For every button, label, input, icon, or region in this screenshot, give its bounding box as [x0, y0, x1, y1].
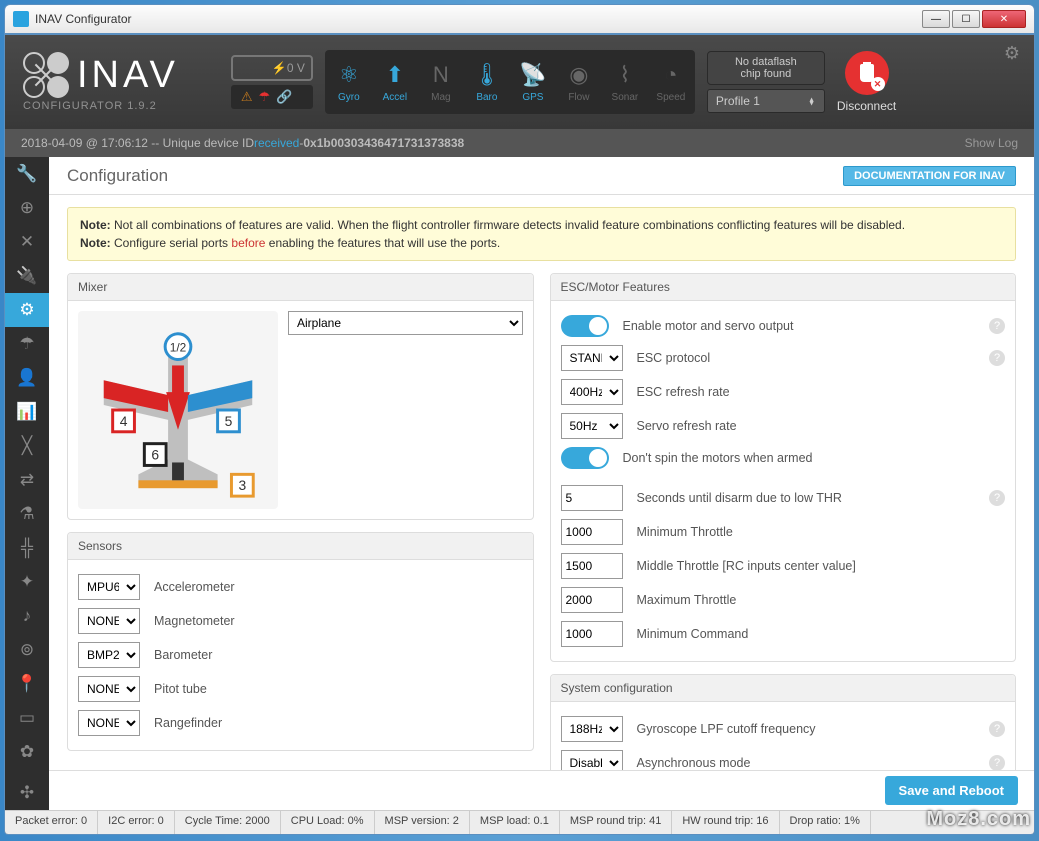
stats-bar: Packet error: 0I2C error: 0Cycle Time: 2…	[5, 810, 1034, 834]
help-icon[interactable]: ?	[989, 350, 1005, 366]
nospin-toggle[interactable]	[561, 447, 609, 469]
window-title: INAV Configurator	[35, 12, 922, 26]
parachute-icon: ☂	[259, 89, 271, 105]
dataflash-status: No dataflashchip found	[707, 51, 825, 85]
settings-gear-icon[interactable]: ⚙	[1004, 43, 1020, 64]
nav-item-16[interactable]: ▭	[5, 701, 49, 735]
stat-hw-round-trip: HW round trip: 16	[672, 811, 779, 834]
servo-refresh-select[interactable]: 50Hz	[561, 413, 623, 439]
notice-box: Note: Not all combinations of features a…	[67, 207, 1016, 261]
nav-item-7[interactable]: 📊	[5, 395, 49, 429]
sensor-status-row: ⚛Gyro⬆AccelNMag🌡Baro📡GPS◉Flow⌇Sonar◔Spee…	[325, 50, 695, 114]
nav-item-5[interactable]: ☂	[5, 327, 49, 361]
sensor-speed: ◔Speed	[649, 52, 693, 112]
sensor-mag: NMag	[419, 52, 463, 112]
sensor-accel: ⬆Accel	[373, 52, 417, 112]
help-icon[interactable]: ?	[989, 318, 1005, 334]
svg-text:6: 6	[151, 447, 159, 463]
mixer-panel: Mixer	[67, 273, 534, 520]
mid-throttle-input[interactable]	[561, 553, 623, 579]
stat-drop-ratio: Drop ratio: 1%	[780, 811, 871, 834]
stat-packet-error: Packet error: 0	[5, 811, 98, 834]
nav-item-0[interactable]: 🔧	[5, 157, 49, 191]
nav-item-13[interactable]: ♪	[5, 599, 49, 633]
nav-item-4[interactable]: ⚙	[5, 293, 49, 327]
app-header: INAV CONFIGURATOR 1.9.2 ⚡ 0 V ⚠ ☂ 🔗 ⚛Gyr…	[5, 35, 1034, 129]
enable-motor-toggle[interactable]	[561, 315, 609, 337]
nav-item-12[interactable]: ✦	[5, 565, 49, 599]
sensor-magnetometer-select[interactable]: NONE	[78, 608, 140, 634]
warning-icon: ⚠	[241, 89, 253, 105]
usb-disconnect-icon	[845, 51, 889, 95]
stat-msp-version: MSP version: 2	[375, 811, 470, 834]
airplane-diagram: 1/2 4 5 6 3	[78, 311, 278, 509]
nav-item-6[interactable]: 👤	[5, 361, 49, 395]
async-mode-select[interactable]: Disable	[561, 750, 623, 770]
sensors-panel: Sensors MPU60AccelerometerNONEMagnetomet…	[67, 532, 534, 751]
side-nav: 🔧⊕✕🔌⚙☂👤📊╳⇄⚗╬✦♪⊚📍▭✿ ✣	[5, 157, 49, 810]
system-config-panel: System configuration 188HzGyroscope LPF …	[550, 674, 1017, 770]
help-icon[interactable]: ?	[989, 755, 1005, 770]
nav-item-2[interactable]: ✕	[5, 225, 49, 259]
svg-text:1/2: 1/2	[170, 341, 187, 355]
stat-i2c-error: I2C error: 0	[98, 811, 175, 834]
sensor-flow: ◉Flow	[557, 52, 601, 112]
sensor-barometer-select[interactable]: BMP28	[78, 642, 140, 668]
nav-item-10[interactable]: ⚗	[5, 497, 49, 531]
sensor-gyro: ⚛Gyro	[327, 52, 371, 112]
sensor-rangefinder-select[interactable]: NONE	[78, 710, 140, 736]
inav-logo-icon	[23, 52, 69, 98]
show-log-link[interactable]: Show Log	[965, 136, 1018, 150]
nav-item-3[interactable]: 🔌	[5, 259, 49, 293]
sensor-gps: 📡GPS	[511, 52, 555, 112]
page-title: Configuration	[67, 166, 168, 186]
disconnect-button[interactable]: Disconnect	[837, 51, 896, 113]
maximize-button[interactable]: ☐	[952, 10, 980, 28]
voltage-badge: ⚡ 0 V	[231, 55, 313, 81]
app-icon	[13, 11, 29, 27]
max-throttle-input[interactable]	[561, 587, 623, 613]
nav-item-18[interactable]: ✣	[5, 776, 49, 810]
sensor-accelerometer-select[interactable]: MPU60	[78, 574, 140, 600]
esc-protocol-select[interactable]: STAND	[561, 345, 623, 371]
esc-refresh-select[interactable]: 400Hz	[561, 379, 623, 405]
nav-item-15[interactable]: 📍	[5, 667, 49, 701]
status-badge: ⚠ ☂ 🔗	[231, 85, 313, 109]
gyro-lpf-select[interactable]: 188Hz	[561, 716, 623, 742]
sensor-sonar: ⌇Sonar	[603, 52, 647, 112]
sensor-baro: 🌡Baro	[465, 52, 509, 112]
disarm-seconds-input[interactable]	[561, 485, 623, 511]
svg-text:5: 5	[225, 413, 233, 429]
link-icon: 🔗	[276, 89, 292, 105]
mixer-type-select[interactable]: Airplane	[288, 311, 523, 335]
min-throttle-input[interactable]	[561, 519, 623, 545]
stat-cpu-load: CPU Load: 0%	[281, 811, 375, 834]
svg-text:4: 4	[120, 413, 128, 429]
nav-item-9[interactable]: ⇄	[5, 463, 49, 497]
sensor-pitot tube-select[interactable]: NONE	[78, 676, 140, 702]
close-button[interactable]: ✕	[982, 10, 1026, 28]
help-icon[interactable]: ?	[989, 490, 1005, 506]
stat-msp-load: MSP load: 0.1	[470, 811, 560, 834]
stat-cycle-time: Cycle Time: 2000	[175, 811, 281, 834]
svg-text:3: 3	[238, 477, 246, 493]
help-icon[interactable]: ?	[989, 721, 1005, 737]
log-status-line: 2018-04-09 @ 17:06:12 -- Unique device I…	[5, 129, 1034, 157]
app-logo: INAV CONFIGURATOR 1.9.2	[23, 52, 179, 112]
stat-msp-round-trip: MSP round trip: 41	[560, 811, 673, 834]
nav-item-8[interactable]: ╳	[5, 429, 49, 463]
minimize-button[interactable]: —	[922, 10, 950, 28]
esc-motor-panel: ESC/Motor Features Enable motor and serv…	[550, 273, 1017, 662]
nav-item-1[interactable]: ⊕	[5, 191, 49, 225]
save-reboot-button[interactable]: Save and Reboot	[885, 776, 1018, 805]
profile-selector[interactable]: Profile 1	[707, 89, 825, 113]
window-titlebar: INAV Configurator — ☐ ✕	[4, 4, 1035, 34]
nav-item-14[interactable]: ⊚	[5, 633, 49, 667]
nav-item-11[interactable]: ╬	[5, 531, 49, 565]
min-command-input[interactable]	[561, 621, 623, 647]
documentation-button[interactable]: DOCUMENTATION FOR INAV	[843, 166, 1016, 186]
nav-item-17[interactable]: ✿	[5, 735, 49, 769]
